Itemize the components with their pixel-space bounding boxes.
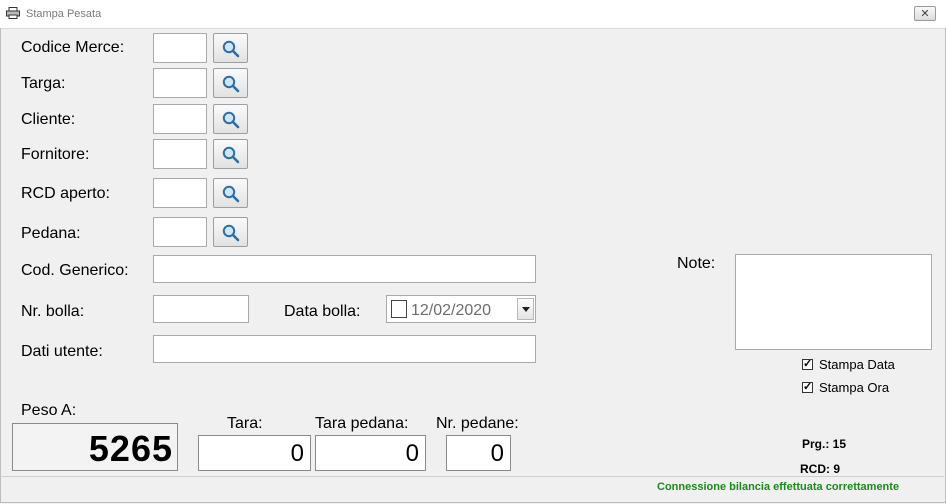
note-textarea[interactable] (735, 254, 932, 350)
label-tara: Tara: (227, 415, 263, 432)
dati-utente-input[interactable] (153, 335, 536, 363)
stampa-ora-checkbox[interactable]: ✓ (802, 382, 813, 393)
pedana-search-button[interactable] (213, 217, 248, 247)
magnifier-icon (222, 75, 240, 93)
label-codice-merce: Codice Merce: (21, 39, 125, 56)
magnifier-icon (222, 224, 240, 242)
stampa-data-checkbox[interactable]: ✓ (802, 359, 813, 370)
codice-merce-input[interactable] (153, 33, 207, 63)
label-rcd-aperto: RCD aperto: (21, 185, 110, 202)
status-message: Connessione bilancia effettuata corretta… (657, 481, 900, 493)
rcd-aperto-search-button[interactable] (213, 178, 248, 208)
printer-icon (6, 7, 20, 19)
window-title: Stampa Pesata (26, 8, 102, 20)
label-tara-pedana: Tara pedana: (315, 415, 409, 432)
cliente-input[interactable] (153, 104, 207, 134)
label-note: Note: (677, 255, 716, 272)
pedana-input[interactable] (153, 217, 207, 247)
targa-input[interactable] (153, 68, 207, 98)
label-targa: Targa: (21, 75, 66, 92)
label-pedana: Pedana: (21, 225, 81, 242)
rcd-aperto-input[interactable] (153, 178, 207, 208)
nr-bolla-input[interactable] (153, 295, 249, 323)
tara-value: 0 (290, 440, 304, 467)
label-data-bolla: Data bolla: (284, 303, 361, 320)
label-cliente: Cliente: (21, 111, 76, 128)
peso-a-display: 5265 (12, 423, 178, 471)
rcd-info: RCD: 9 (800, 462, 841, 476)
label-nr-pedane: Nr. pedane: (436, 415, 519, 432)
label-cod-generico: Cod. Generico: (21, 262, 129, 279)
label-dati-utente: Dati utente: (21, 343, 103, 360)
tara-field[interactable]: 0 (198, 435, 311, 471)
title-bar: Stampa Pesata ✕ (0, 0, 946, 29)
label-fornitore: Fornitore: (21, 146, 90, 163)
magnifier-icon (222, 40, 240, 58)
peso-a-value: 5265 (88, 428, 173, 469)
targa-search-button[interactable] (213, 68, 248, 98)
fornitore-input[interactable] (153, 139, 207, 169)
fornitore-search-button[interactable] (213, 139, 248, 169)
magnifier-icon (222, 111, 240, 129)
magnifier-icon (222, 146, 240, 164)
label-peso-a: Peso A: (21, 402, 77, 419)
close-button[interactable]: ✕ (914, 6, 936, 21)
label-nr-bolla: Nr. bolla: (21, 303, 85, 320)
cliente-search-button[interactable] (213, 104, 248, 134)
data-bolla-value: 12/02/2020 (411, 302, 492, 319)
stampa-ora-label: Stampa Ora (819, 380, 890, 395)
nr-pedane-value: 0 (490, 440, 504, 467)
cod-generico-input[interactable] (153, 255, 536, 283)
close-icon: ✕ (920, 8, 930, 20)
magnifier-icon (222, 185, 240, 203)
status-divider (0, 476, 944, 477)
codice-merce-search-button[interactable] (213, 33, 248, 63)
nr-pedane-field[interactable]: 0 (446, 435, 511, 471)
prg-info: Prg.: 15 (802, 437, 847, 451)
tara-pedana-field[interactable]: 0 (315, 435, 426, 471)
data-bolla-dropdown-button[interactable] (517, 298, 534, 320)
tara-pedana-value: 0 (405, 440, 419, 467)
data-bolla-checkbox[interactable] (391, 300, 407, 318)
stampa-data-label: Stampa Data (819, 357, 895, 372)
